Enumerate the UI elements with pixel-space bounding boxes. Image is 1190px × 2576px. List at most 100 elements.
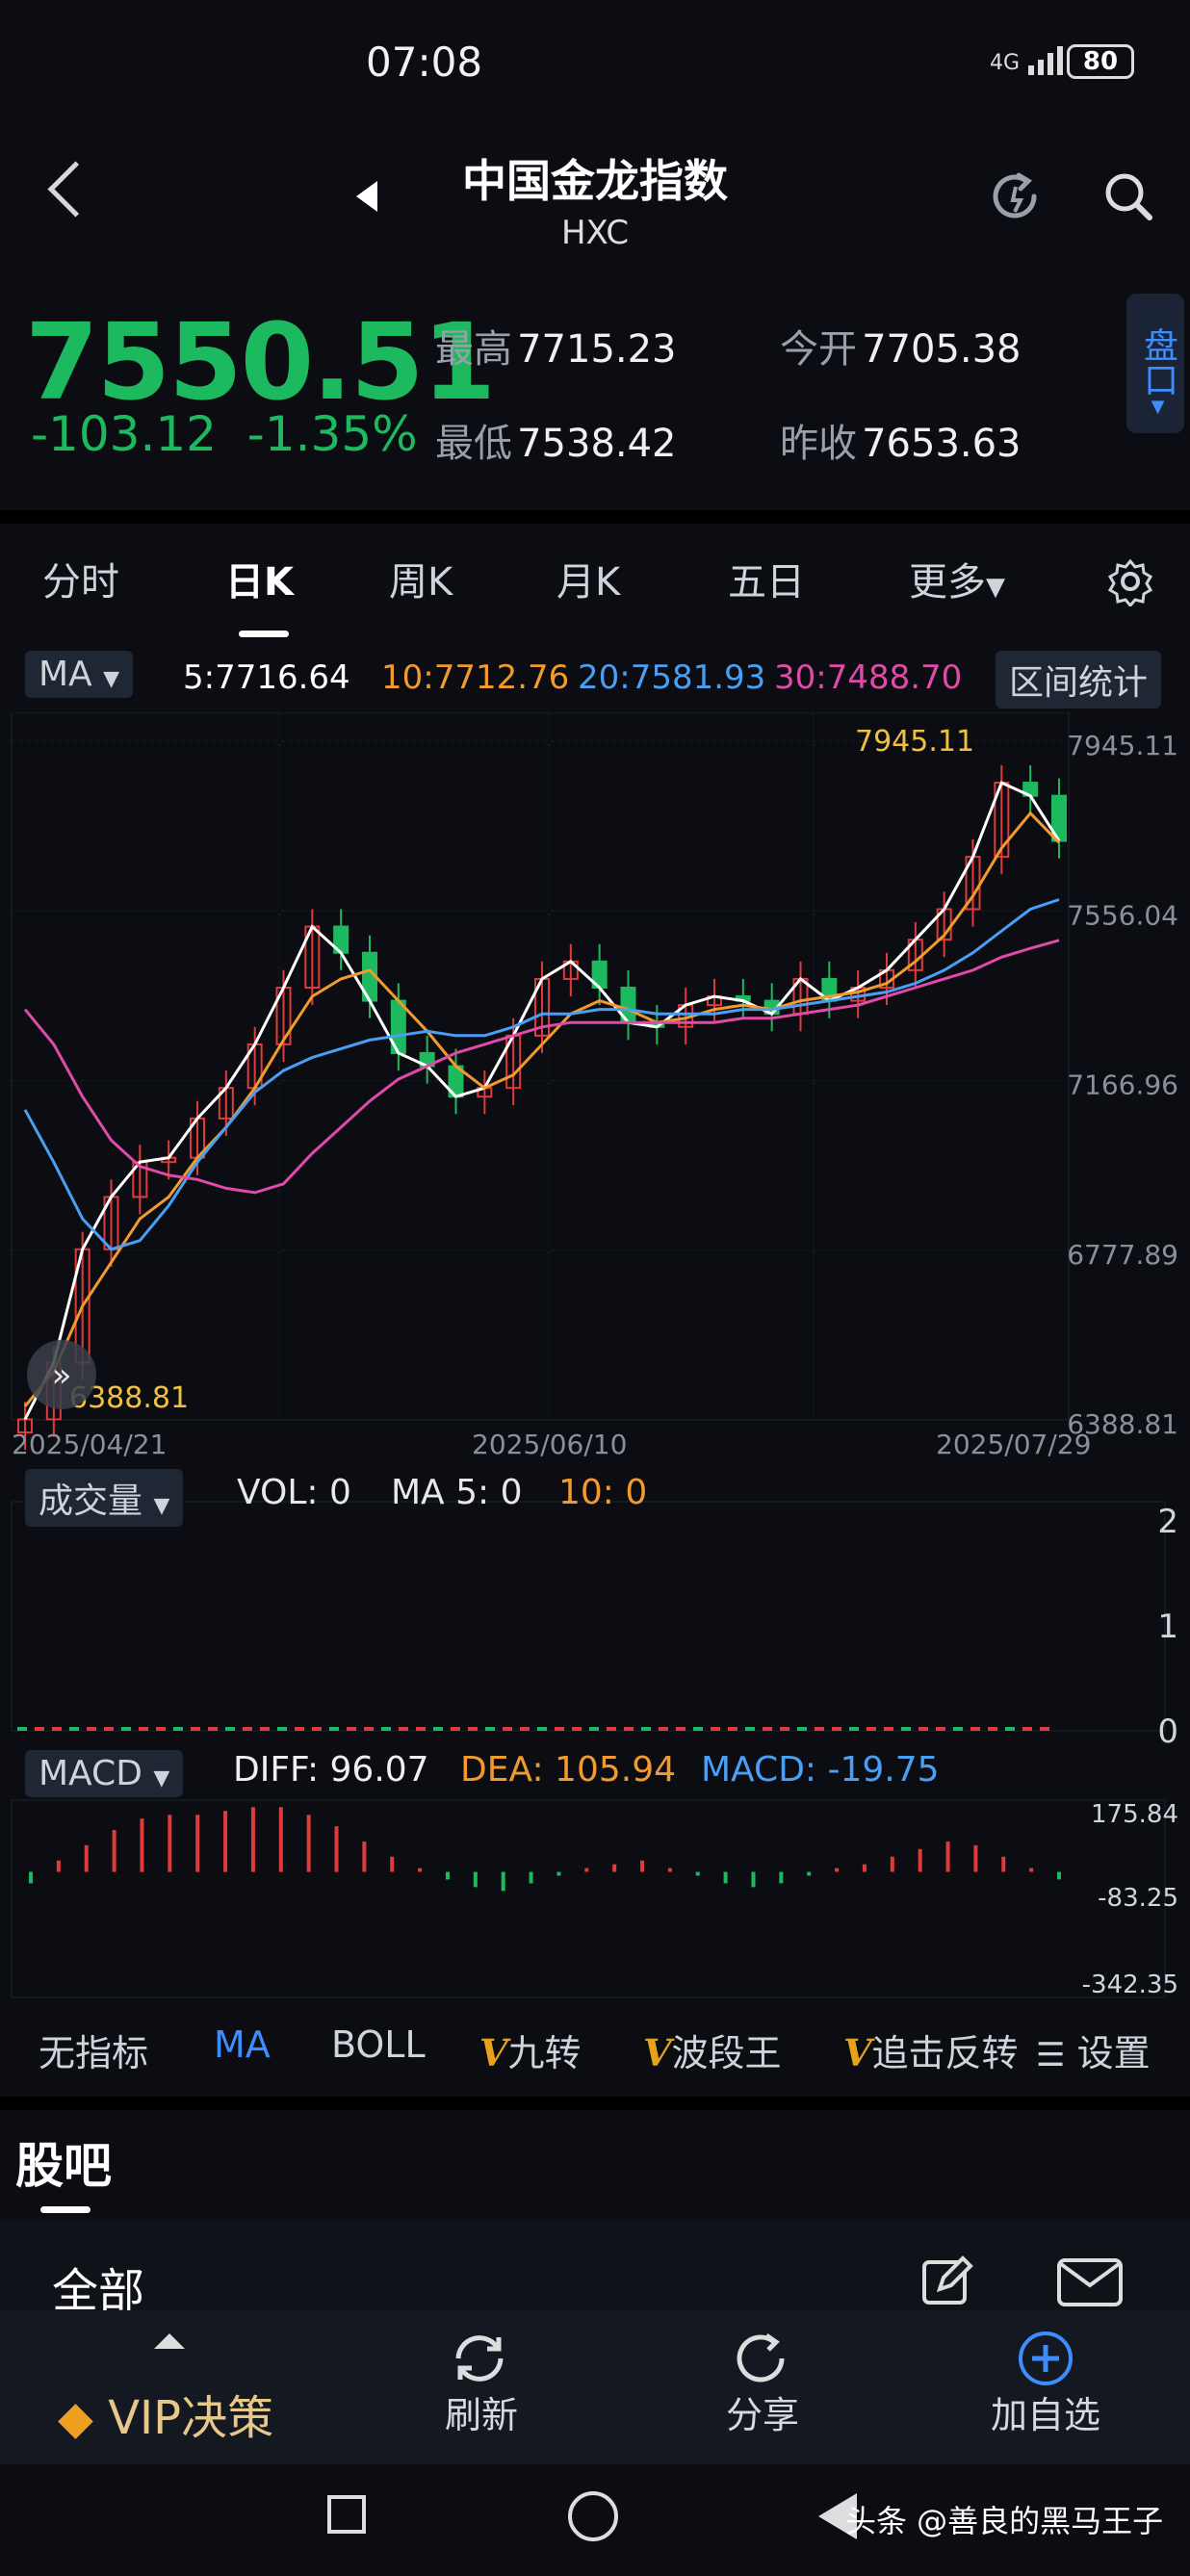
share-icon[interactable] [732,2330,793,2387]
volume-bar [953,1727,963,1731]
ma-selector[interactable]: MA ▼ [25,651,134,698]
current-price: 7550.51 [25,300,496,424]
tab-five-day[interactable]: 五日 [728,551,805,606]
volume-y-tick: 1 [1157,1608,1178,1646]
volume-bar [693,1727,703,1731]
expand-up-icon[interactable] [154,2333,185,2349]
indicator-settings[interactable]: ☰ 设置 [1030,2023,1151,2076]
high-label: 最高 [435,327,512,372]
watermark: 头条 @善良的黑马王子 [845,2503,1164,2539]
add-circle-icon[interactable] [1017,2330,1074,2387]
vip-button[interactable]: ◆ VIP决策 [58,2380,273,2447]
ma20-value: 20:7581.93 [578,658,766,697]
volume-y-tick: 2 [1157,1503,1178,1541]
volume-bar [520,1727,530,1731]
range-stats-button[interactable]: 区间统计 [996,651,1162,708]
volume-bar [745,1727,755,1731]
prev-close-label: 昨收 [780,422,857,466]
tab-daily-k[interactable]: 日K [225,551,294,606]
volume-bar [1022,1727,1032,1731]
kline-chart[interactable]: 7945.117556.047166.966777.896388.817945.… [0,712,1190,2002]
volume-bar [815,1727,824,1731]
indicator-jiuzhuan[interactable]: V九转 [479,2023,582,2076]
status-time: 07:08 [366,39,483,86]
volume-bar [988,1727,997,1731]
active-tab-indicator [239,631,289,637]
diff-value: DIFF: 96.07 [233,1750,429,1790]
indicator-none[interactable]: 无指标 [39,2023,148,2076]
double-chevron-icon: » [52,1356,72,1395]
volume-bar [87,1727,96,1731]
recents-icon[interactable] [327,2495,366,2534]
volume-selector[interactable]: 成交量 ▼ [25,1469,184,1527]
ma5-value: 5:7716.64 [183,658,350,697]
tab-intraday[interactable]: 分时 [42,551,119,606]
edit-icon[interactable] [918,2253,976,2310]
volume-bar [156,1727,166,1731]
volume-bar [641,1727,651,1731]
tab-weekly-k[interactable]: 周K [389,551,453,606]
tab-more[interactable]: 更多▼ [909,551,1005,606]
v-badge: V [643,2031,672,2074]
vip-label: VIP决策 [108,2391,274,2445]
y-tick-label: 6777.89 [1067,1239,1178,1271]
volume-bar [364,1727,374,1731]
prev-close-value: 7653.63 [862,422,1022,466]
signal-icon [1028,46,1064,75]
ma-line-ma10 [23,811,1061,1407]
ma10-value: 10:7712.76 [381,658,570,697]
indicator-boll[interactable]: BOLL [331,2023,426,2066]
caret-down-icon: ▼ [103,667,120,691]
guba-filter-row [0,2219,1190,2310]
refresh-button[interactable]: 刷新 [385,2385,578,2438]
indicator-boduanwang[interactable]: V波段王 [643,2023,782,2076]
indicator-jiuzhuan-label: 九转 [507,2032,582,2074]
volume-bar [918,1727,928,1731]
volume-area-frame [11,1501,1166,1732]
home-icon[interactable] [568,2491,618,2541]
add-watchlist-button[interactable]: 加自选 [949,2385,1142,2438]
volume-bar [208,1727,218,1731]
list-settings-icon: ☰ [1036,2036,1066,2074]
refresh-icon[interactable] [449,2330,510,2387]
macd-selector-label: MACD [39,1754,142,1793]
macd-selector[interactable]: MACD ▼ [25,1750,184,1797]
search-icon[interactable] [1098,166,1159,227]
volume-bar [555,1727,564,1731]
stock-code: HXC [560,214,630,252]
high-stat: 最高 7715.23 [435,318,677,374]
dea-value: DEA: 105.94 [460,1750,676,1790]
battery-indicator: 80 [1067,44,1134,79]
x-tick-label: 2025/07/29 [936,1429,1091,1460]
network-type: 4G [990,51,1021,75]
indicator-zhuiji[interactable]: V追击反转 [843,2023,1017,2076]
pankou-button[interactable]: 盘口▼ [1126,294,1184,433]
signal-indicator: 4G [990,44,1071,75]
share-button[interactable]: 分享 [666,2385,859,2438]
volume-bar [936,1727,945,1731]
macd-area-frame [11,1799,1166,1998]
volume-bar [35,1727,44,1731]
indicator-ma[interactable]: MA [214,2023,271,2066]
refresh-icon[interactable] [984,166,1046,227]
gear-icon[interactable] [1105,556,1155,606]
caret-down-icon: ▼ [153,1494,170,1518]
back-icon[interactable] [47,161,104,218]
volume-bar [970,1727,980,1731]
y-tick-label: 7945.11 [1067,730,1178,761]
diamond-icon: ◆ [58,2391,93,2445]
price-area-frame [11,712,1070,1421]
max-price-label: 7945.11 [855,725,974,759]
tab-monthly-k[interactable]: 月K [556,551,620,606]
change-percent: -1.35% [246,406,418,462]
indicator-settings-label: 设置 [1076,2032,1151,2074]
mail-icon[interactable] [1055,2256,1125,2308]
volume-bar [295,1727,304,1731]
guba-title[interactable]: 股吧 [15,2127,112,2197]
indicator-boduanwang-label: 波段王 [671,2032,782,2074]
volume-bar [711,1727,720,1731]
volume-y-tick: 0 [1157,1713,1178,1751]
volume-bar [728,1727,737,1731]
prev-close-stat: 昨收 7653.63 [780,412,1022,468]
volume-bar [832,1727,841,1731]
